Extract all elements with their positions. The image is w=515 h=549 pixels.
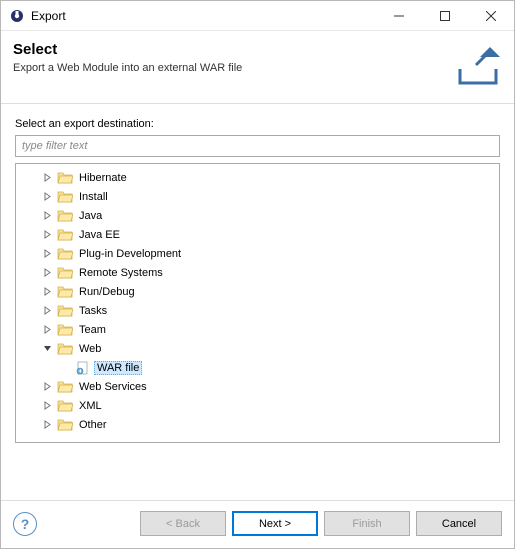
page-title: Select	[13, 41, 444, 58]
folder-icon	[57, 417, 73, 433]
tree-item[interactable]: Java	[18, 206, 497, 225]
folder-icon	[57, 170, 73, 186]
next-button[interactable]: Next >	[232, 511, 318, 536]
folder-icon	[57, 303, 73, 319]
button-bar: ? < Back Next > Finish Cancel	[1, 500, 514, 548]
cancel-button[interactable]: Cancel	[416, 511, 502, 536]
tree-item[interactable]: Hibernate	[18, 168, 497, 187]
chevron-right-icon[interactable]	[40, 171, 54, 185]
chevron-right-icon[interactable]	[40, 304, 54, 318]
chevron-right-icon[interactable]	[40, 323, 54, 337]
tree-item-label: Other	[76, 418, 110, 432]
chevron-right-icon[interactable]	[40, 399, 54, 413]
tree-item[interactable]: Web Services	[18, 377, 497, 396]
folder-icon	[57, 398, 73, 414]
chevron-right-icon[interactable]	[40, 228, 54, 242]
chevron-right-icon[interactable]	[40, 247, 54, 261]
tree-item[interactable]: Web	[18, 339, 497, 358]
tree-item-label: Install	[76, 190, 111, 204]
folder-icon	[57, 189, 73, 205]
folder-icon	[57, 379, 73, 395]
tree-item[interactable]: Install	[18, 187, 497, 206]
tree-item-label: Tasks	[76, 304, 110, 318]
tree-item[interactable]: Remote Systems	[18, 263, 497, 282]
chevron-right-icon[interactable]	[40, 266, 54, 280]
chevron-right-icon[interactable]	[40, 418, 54, 432]
tree-item[interactable]: Java EE	[18, 225, 497, 244]
tree-item-label: Plug-in Development	[76, 247, 184, 261]
wizard-header: Select Export a Web Module into an exter…	[1, 31, 514, 104]
tree-item[interactable]: Team	[18, 320, 497, 339]
tree-item-label: Web	[76, 342, 104, 356]
export-dialog: Export Select Export a Web Module into a…	[0, 0, 515, 549]
tree-item[interactable]: XML	[18, 396, 497, 415]
window-title: Export	[31, 9, 376, 23]
tree-item-label: Java EE	[76, 228, 123, 242]
minimize-button[interactable]	[376, 1, 422, 31]
tree-item-label: Team	[76, 323, 109, 337]
export-tree[interactable]: Hibernate Install Java Java EE Plug-in Devel…	[16, 164, 499, 442]
chevron-right-icon[interactable]	[40, 190, 54, 204]
file-icon	[75, 360, 91, 376]
back-button[interactable]: < Back	[140, 511, 226, 536]
app-icon	[9, 8, 25, 24]
tree-container: Hibernate Install Java Java EE Plug-in Devel…	[15, 163, 500, 443]
chevron-down-icon[interactable]	[40, 342, 54, 356]
close-button[interactable]	[468, 1, 514, 31]
folder-icon	[57, 227, 73, 243]
tree-item-label: Remote Systems	[76, 266, 166, 280]
maximize-button[interactable]	[422, 1, 468, 31]
page-description: Export a Web Module into an external WAR…	[13, 62, 444, 74]
twisty-none	[58, 361, 72, 375]
tree-item[interactable]: Other	[18, 415, 497, 434]
chevron-right-icon[interactable]	[40, 209, 54, 223]
folder-icon	[57, 322, 73, 338]
folder-icon	[57, 208, 73, 224]
help-button[interactable]: ?	[13, 512, 37, 536]
tree-item[interactable]: WAR file	[18, 358, 497, 377]
tree-item-label: WAR file	[94, 361, 142, 375]
folder-icon	[57, 284, 73, 300]
finish-button[interactable]: Finish	[324, 511, 410, 536]
tree-item[interactable]: Plug-in Development	[18, 244, 497, 263]
filter-input[interactable]	[15, 135, 500, 157]
chevron-right-icon[interactable]	[40, 380, 54, 394]
wizard-body: Select an export destination: Hibernate I…	[1, 104, 514, 500]
tree-item[interactable]: Run/Debug	[18, 282, 497, 301]
tree-item-label: Hibernate	[76, 171, 130, 185]
tree-item-label: Web Services	[76, 380, 150, 394]
tree-item-label: Java	[76, 209, 105, 223]
folder-icon	[57, 265, 73, 281]
folder-icon	[57, 341, 73, 357]
question-icon: ?	[21, 516, 30, 532]
tree-item-label: Run/Debug	[76, 285, 138, 299]
tree-item[interactable]: Tasks	[18, 301, 497, 320]
titlebar: Export	[1, 1, 514, 31]
chevron-right-icon[interactable]	[40, 285, 54, 299]
export-icon	[454, 41, 502, 89]
tree-item-label: XML	[76, 399, 105, 413]
folder-icon	[57, 246, 73, 262]
destination-label: Select an export destination:	[15, 118, 500, 130]
